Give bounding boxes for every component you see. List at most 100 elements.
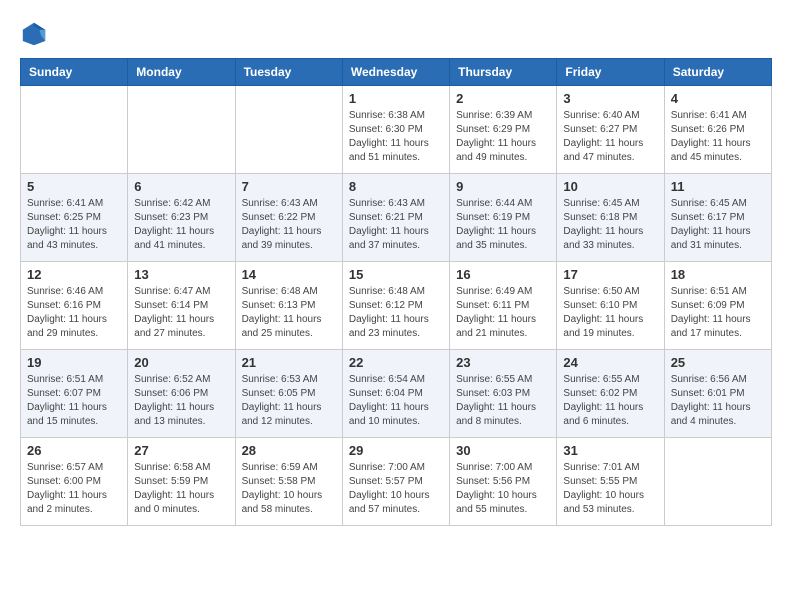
day-number: 17 <box>563 267 657 282</box>
calendar-cell <box>235 86 342 174</box>
calendar-cell: 5 Sunrise: 6:41 AM Sunset: 6:25 PM Daylig… <box>21 174 128 262</box>
calendar-cell: 18Sunrise: 6:51 AM Sunset: 6:09 PM Dayli… <box>664 262 771 350</box>
day-number: 19 <box>27 355 121 370</box>
calendar-cell: 15 Sunrise: 6:48 AM Sunset: 6:12 PM Dayli… <box>342 262 449 350</box>
calendar-cell: 24 Sunrise: 6:55 AM Sunset: 6:02 PM Dayli… <box>557 350 664 438</box>
calendar-cell: 31Sunrise: 7:01 AM Sunset: 5:55 PM Dayli… <box>557 438 664 526</box>
day-number: 16 <box>456 267 550 282</box>
week-row-5: 26 Sunrise: 6:57 AM Sunset: 6:00 PM Dayli… <box>21 438 772 526</box>
calendar-cell: 1 Sunrise: 6:38 AM Sunset: 6:30 PM Daylig… <box>342 86 449 174</box>
day-info: Sunrise: 6:54 AM Sunset: 6:04 PM Dayligh… <box>349 373 443 429</box>
day-number: 29 <box>349 443 443 458</box>
calendar-cell: 11 Sunrise: 6:45 AM Sunset: 6:17 PM Dayli… <box>664 174 771 262</box>
logo-icon <box>20 20 48 48</box>
calendar-cell: 28 Sunrise: 6:59 AM Sunset: 5:58 PM Dayli… <box>235 438 342 526</box>
day-info: Sunrise: 6:59 AM Sunset: 5:58 PM Dayligh… <box>242 461 336 517</box>
week-row-1: 1 Sunrise: 6:38 AM Sunset: 6:30 PM Daylig… <box>21 86 772 174</box>
calendar-cell: 20 Sunrise: 6:52 AM Sunset: 6:06 PM Dayli… <box>128 350 235 438</box>
calendar-cell: 22 Sunrise: 6:54 AM Sunset: 6:04 PM Dayli… <box>342 350 449 438</box>
day-number: 11 <box>671 179 765 194</box>
day-info: Sunrise: 6:47 AM Sunset: 6:14 PM Dayligh… <box>134 285 228 341</box>
day-number: 8 <box>349 179 443 194</box>
day-info: Sunrise: 6:38 AM Sunset: 6:30 PM Dayligh… <box>349 109 443 165</box>
day-number: 27 <box>134 443 228 458</box>
day-number: 18 <box>671 267 765 282</box>
day-number: 24 <box>563 355 657 370</box>
day-number: 26 <box>27 443 121 458</box>
day-info: Sunrise: 6:51 AM Sunset: 6:07 PM Dayligh… <box>27 373 121 429</box>
calendar-cell: 30Sunrise: 7:00 AM Sunset: 5:56 PM Dayli… <box>450 438 557 526</box>
day-info: Sunrise: 6:55 AM Sunset: 6:02 PM Dayligh… <box>563 373 657 429</box>
day-number: 22 <box>349 355 443 370</box>
day-info: Sunrise: 6:57 AM Sunset: 6:00 PM Dayligh… <box>27 461 121 517</box>
calendar-cell: 10 Sunrise: 6:45 AM Sunset: 6:18 PM Dayli… <box>557 174 664 262</box>
day-number: 7 <box>242 179 336 194</box>
day-info: Sunrise: 6:44 AM Sunset: 6:19 PM Dayligh… <box>456 197 550 253</box>
day-info: Sunrise: 6:45 AM Sunset: 6:18 PM Dayligh… <box>563 197 657 253</box>
calendar-table: SundayMondayTuesdayWednesdayThursdayFrid… <box>20 58 772 526</box>
day-number: 4 <box>671 91 765 106</box>
day-info: Sunrise: 6:43 AM Sunset: 6:22 PM Dayligh… <box>242 197 336 253</box>
calendar-cell <box>128 86 235 174</box>
week-row-3: 12 Sunrise: 6:46 AM Sunset: 6:16 PM Dayli… <box>21 262 772 350</box>
calendar-cell: 27Sunrise: 6:58 AM Sunset: 5:59 PM Dayli… <box>128 438 235 526</box>
day-info: Sunrise: 6:52 AM Sunset: 6:06 PM Dayligh… <box>134 373 228 429</box>
weekday-header-monday: Monday <box>128 59 235 86</box>
week-row-4: 19 Sunrise: 6:51 AM Sunset: 6:07 PM Dayli… <box>21 350 772 438</box>
day-info: Sunrise: 7:00 AM Sunset: 5:57 PM Dayligh… <box>349 461 443 517</box>
weekday-header-saturday: Saturday <box>664 59 771 86</box>
day-number: 1 <box>349 91 443 106</box>
week-row-2: 5 Sunrise: 6:41 AM Sunset: 6:25 PM Daylig… <box>21 174 772 262</box>
day-number: 30 <box>456 443 550 458</box>
day-info: Sunrise: 6:46 AM Sunset: 6:16 PM Dayligh… <box>27 285 121 341</box>
calendar-cell: 16Sunrise: 6:49 AM Sunset: 6:11 PM Dayli… <box>450 262 557 350</box>
day-info: Sunrise: 6:43 AM Sunset: 6:21 PM Dayligh… <box>349 197 443 253</box>
calendar-cell <box>21 86 128 174</box>
weekday-header-thursday: Thursday <box>450 59 557 86</box>
calendar-cell: 7 Sunrise: 6:43 AM Sunset: 6:22 PM Daylig… <box>235 174 342 262</box>
day-number: 20 <box>134 355 228 370</box>
day-number: 3 <box>563 91 657 106</box>
day-info: Sunrise: 6:56 AM Sunset: 6:01 PM Dayligh… <box>671 373 765 429</box>
calendar-cell: 2Sunrise: 6:39 AM Sunset: 6:29 PM Daylig… <box>450 86 557 174</box>
day-number: 12 <box>27 267 121 282</box>
calendar-cell: 12 Sunrise: 6:46 AM Sunset: 6:16 PM Dayli… <box>21 262 128 350</box>
calendar-cell: 23 Sunrise: 6:55 AM Sunset: 6:03 PM Dayli… <box>450 350 557 438</box>
calendar-cell: 14 Sunrise: 6:48 AM Sunset: 6:13 PM Dayli… <box>235 262 342 350</box>
day-number: 21 <box>242 355 336 370</box>
day-info: Sunrise: 6:48 AM Sunset: 6:12 PM Dayligh… <box>349 285 443 341</box>
weekday-header-sunday: Sunday <box>21 59 128 86</box>
day-info: Sunrise: 6:41 AM Sunset: 6:25 PM Dayligh… <box>27 197 121 253</box>
day-info: Sunrise: 6:45 AM Sunset: 6:17 PM Dayligh… <box>671 197 765 253</box>
logo <box>20 20 52 48</box>
day-number: 25 <box>671 355 765 370</box>
weekday-header-friday: Friday <box>557 59 664 86</box>
day-number: 14 <box>242 267 336 282</box>
day-info: Sunrise: 6:42 AM Sunset: 6:23 PM Dayligh… <box>134 197 228 253</box>
day-number: 28 <box>242 443 336 458</box>
day-number: 23 <box>456 355 550 370</box>
calendar-cell: 17Sunrise: 6:50 AM Sunset: 6:10 PM Dayli… <box>557 262 664 350</box>
calendar-cell: 6 Sunrise: 6:42 AM Sunset: 6:23 PM Daylig… <box>128 174 235 262</box>
calendar-cell: 21 Sunrise: 6:53 AM Sunset: 6:05 PM Dayli… <box>235 350 342 438</box>
weekday-header-row: SundayMondayTuesdayWednesdayThursdayFrid… <box>21 59 772 86</box>
page-header <box>20 20 772 48</box>
weekday-header-wednesday: Wednesday <box>342 59 449 86</box>
calendar-cell <box>664 438 771 526</box>
day-number: 15 <box>349 267 443 282</box>
calendar-cell: 29 Sunrise: 7:00 AM Sunset: 5:57 PM Dayli… <box>342 438 449 526</box>
calendar-cell: 13 Sunrise: 6:47 AM Sunset: 6:14 PM Dayli… <box>128 262 235 350</box>
calendar-cell: 9Sunrise: 6:44 AM Sunset: 6:19 PM Daylig… <box>450 174 557 262</box>
day-info: Sunrise: 6:55 AM Sunset: 6:03 PM Dayligh… <box>456 373 550 429</box>
weekday-header-tuesday: Tuesday <box>235 59 342 86</box>
day-number: 6 <box>134 179 228 194</box>
day-info: Sunrise: 6:48 AM Sunset: 6:13 PM Dayligh… <box>242 285 336 341</box>
calendar-cell: 26 Sunrise: 6:57 AM Sunset: 6:00 PM Dayli… <box>21 438 128 526</box>
calendar-cell: 19 Sunrise: 6:51 AM Sunset: 6:07 PM Dayli… <box>21 350 128 438</box>
day-info: Sunrise: 6:53 AM Sunset: 6:05 PM Dayligh… <box>242 373 336 429</box>
day-info: Sunrise: 6:41 AM Sunset: 6:26 PM Dayligh… <box>671 109 765 165</box>
calendar-cell: 8 Sunrise: 6:43 AM Sunset: 6:21 PM Daylig… <box>342 174 449 262</box>
day-number: 13 <box>134 267 228 282</box>
day-number: 5 <box>27 179 121 194</box>
day-number: 10 <box>563 179 657 194</box>
